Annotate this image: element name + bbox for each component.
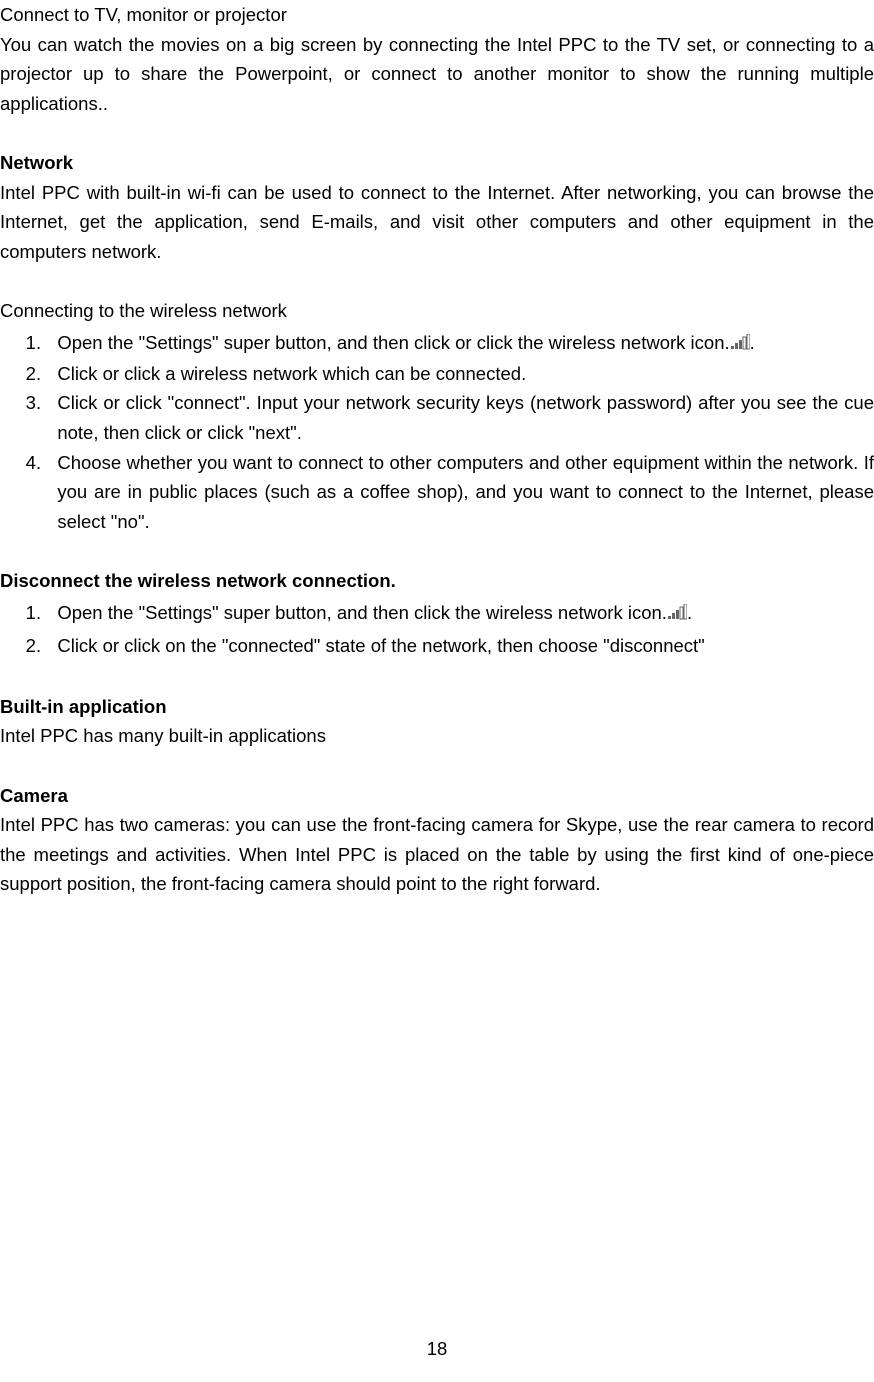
- camera-body: Intel PPC has two cameras: you can use t…: [0, 814, 874, 894]
- list-item: Choose whether you want to connect to ot…: [46, 448, 874, 537]
- list-item-text: Click or click "connect". Input your net…: [57, 392, 874, 443]
- wifi-icon: [667, 604, 687, 621]
- network-heading: Network: [0, 148, 874, 178]
- list-item: Click or click on the "connected" state …: [46, 629, 874, 662]
- list-item: Open the "Settings" super button, and th…: [46, 326, 874, 359]
- spacer: [0, 662, 874, 692]
- list-item-text: Open the "Settings" super button, and th…: [57, 332, 729, 353]
- spacer: [0, 751, 874, 781]
- list-item-text: Click or click on the "connected" state …: [57, 635, 704, 656]
- page-number: 18: [0, 1334, 874, 1364]
- list-item-text-tail: .: [687, 602, 692, 623]
- list-item-text: Click or click a wireless network which …: [57, 363, 526, 384]
- disconnect-list: Open the "Settings" super button, and th…: [0, 596, 874, 663]
- list-item-text: Choose whether you want to connect to ot…: [57, 452, 874, 532]
- list-item: Click or click a wireless network which …: [46, 359, 874, 389]
- connect-tv-heading: Connect to TV, monitor or projector: [0, 0, 874, 30]
- list-item-text: Open the "Settings" super button, and th…: [57, 602, 667, 623]
- list-item: Open the "Settings" super button, and th…: [46, 596, 874, 629]
- spacer: [0, 118, 874, 148]
- camera-heading: Camera: [0, 781, 874, 811]
- network-body: Intel PPC with built-in wi-fi can be use…: [0, 182, 874, 262]
- connecting-list: Open the "Settings" super button, and th…: [0, 326, 874, 537]
- list-item-text-tail: .: [750, 332, 755, 353]
- document-page: Connect to TV, monitor or projector You …: [0, 0, 874, 899]
- connect-tv-body: You can watch the movies on a big screen…: [0, 34, 874, 114]
- connecting-heading: Connecting to the wireless network: [0, 296, 874, 326]
- builtin-heading: Built-in application: [0, 692, 874, 722]
- disconnect-heading: Disconnect the wireless network connecti…: [0, 566, 874, 596]
- builtin-body: Intel PPC has many built-in applications: [0, 725, 326, 746]
- list-item: Click or click "connect". Input your net…: [46, 388, 874, 447]
- spacer: [0, 266, 874, 296]
- spacer: [0, 536, 874, 566]
- wifi-icon: [730, 334, 750, 351]
